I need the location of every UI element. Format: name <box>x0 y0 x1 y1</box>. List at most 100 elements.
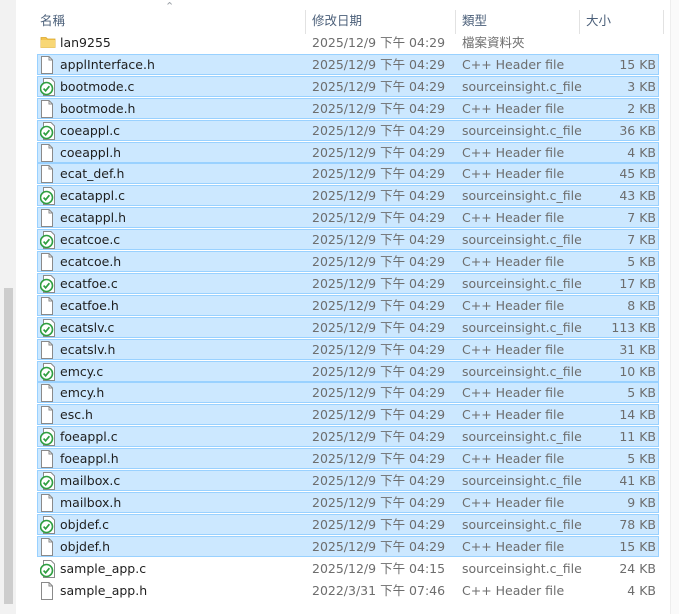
file-type: sourceinsight.c_file <box>462 78 582 94</box>
file-type: sourceinsight.c_file <box>462 516 582 532</box>
file-name: coeappl.c <box>60 122 121 138</box>
c-source-file-icon <box>40 187 56 206</box>
file-type: sourceinsight.c_file <box>462 319 582 335</box>
file-type: sourceinsight.c_file <box>462 232 582 248</box>
file-row[interactable]: lan9255 2025/12/9 下午 04:29 檔案資料夾 <box>0 32 679 54</box>
file-modified-date: 2025/12/9 下午 04:29 <box>312 56 446 72</box>
column-header-name[interactable]: 名稱 <box>34 8 304 34</box>
file-row[interactable]: coeappl.h 2025/12/9 下午 04:29 C++ Header fi… <box>0 141 679 164</box>
file-row[interactable]: esc.h 2025/12/9 下午 04:29 C++ Header file 14… <box>0 404 679 426</box>
column-header-size[interactable]: 大小 <box>580 8 662 34</box>
file-name: ecat_def.h <box>60 166 125 182</box>
file-row[interactable]: coeappl.c 2025/12/9 下午 04:29 sourceinsight… <box>0 119 679 142</box>
right-edge <box>670 0 679 614</box>
file-name: ecatappl.h <box>60 210 127 226</box>
c-source-file-icon <box>40 274 56 293</box>
header-file-icon <box>40 143 56 162</box>
file-type: C++ Header file <box>462 451 565 467</box>
file-row[interactable]: ecatslv.h 2025/12/9 下午 04:29 C++ Header fi… <box>0 338 679 361</box>
file-row[interactable]: objdef.h 2025/12/9 下午 04:29 C++ Header fil… <box>0 535 679 558</box>
file-modified-date: 2025/12/9 下午 04:29 <box>312 516 446 532</box>
file-name: ecatfoe.h <box>60 297 119 313</box>
file-row[interactable]: objdef.c 2025/12/9 下午 04:29 sourceinsight.… <box>0 513 679 536</box>
column-divider[interactable] <box>663 10 664 34</box>
file-modified-date: 2025/12/9 下午 04:29 <box>312 494 446 510</box>
file-size: 3 KB <box>627 78 656 94</box>
file-type: C++ Header file <box>462 341 565 357</box>
file-row[interactable]: foeappl.c 2025/12/9 下午 04:29 sourceinsight… <box>0 426 679 448</box>
file-name: esc.h <box>60 407 93 423</box>
file-type: sourceinsight.c_file <box>462 122 582 138</box>
file-size: 14 KB <box>619 407 656 423</box>
file-row[interactable]: sample_app.c 2025/12/9 下午 04:15 sourceinsi… <box>0 558 679 580</box>
folder-icon <box>40 34 56 52</box>
file-modified-date: 2025/12/9 下午 04:29 <box>312 35 446 50</box>
file-modified-date: 2025/12/9 下午 04:29 <box>312 122 446 138</box>
file-size: 4 KB <box>627 582 656 598</box>
c-source-file-icon <box>40 515 56 534</box>
file-type: C++ Header file <box>462 210 565 226</box>
file-row[interactable]: applInterface.h 2025/12/9 下午 04:29 C++ Hea… <box>0 53 679 76</box>
file-row[interactable]: ecatcoe.c 2025/12/9 下午 04:29 sourceinsight… <box>0 229 679 251</box>
file-type: 檔案資料夾 <box>462 35 525 50</box>
file-type: sourceinsight.c_file <box>462 560 582 576</box>
file-modified-date: 2025/12/9 下午 04:15 <box>312 560 446 576</box>
file-name: ecatcoe.h <box>60 254 122 269</box>
file-row[interactable]: bootmode.c 2025/12/9 下午 04:29 sourceinsigh… <box>0 75 679 98</box>
header-file-icon <box>40 450 56 469</box>
file-name: ecatslv.h <box>60 341 116 357</box>
file-row[interactable]: ecatappl.c 2025/12/9 下午 04:29 sourceinsigh… <box>0 185 679 207</box>
file-name: ecatcoe.c <box>60 232 121 248</box>
file-type: C++ Header file <box>462 494 565 510</box>
file-name: emcy.c <box>60 363 104 379</box>
file-name: applInterface.h <box>60 56 155 72</box>
header-file-icon <box>40 537 56 556</box>
file-row[interactable]: ecat_def.h 2025/12/9 下午 04:29 C++ Header f… <box>0 163 679 185</box>
header-file-icon <box>40 581 56 600</box>
file-size: 9 KB <box>627 494 656 510</box>
file-row[interactable]: emcy.c 2025/12/9 下午 04:29 sourceinsight.c_… <box>0 360 679 383</box>
file-row[interactable]: ecatcoe.h 2025/12/9 下午 04:29 C++ Header fi… <box>0 251 679 273</box>
header-file-icon <box>40 384 56 403</box>
file-modified-date: 2025/12/9 下午 04:29 <box>312 210 446 226</box>
column-header-modified[interactable]: 修改日期 <box>306 8 454 34</box>
file-type: C++ Header file <box>462 100 565 116</box>
file-type: C++ Header file <box>462 538 565 554</box>
file-size: 78 KB <box>619 516 656 532</box>
file-name: emcy.h <box>60 385 105 401</box>
file-size: 5 KB <box>627 254 656 269</box>
file-row[interactable]: ecatfoe.h 2025/12/9 下午 04:29 C++ Header fi… <box>0 294 679 317</box>
file-row[interactable]: mailbox.h 2025/12/9 下午 04:29 C++ Header fi… <box>0 491 679 514</box>
file-row[interactable]: emcy.h 2025/12/9 下午 04:29 C++ Header file 5… <box>0 382 679 404</box>
file-row[interactable]: sample_app.h 2022/3/31 下午 07:46 C++ Header… <box>0 580 679 602</box>
file-row[interactable]: ecatappl.h 2025/12/9 下午 04:29 C++ Header f… <box>0 207 679 229</box>
file-modified-date: 2025/12/9 下午 04:29 <box>312 144 446 160</box>
file-type: C++ Header file <box>462 385 565 401</box>
file-type: C++ Header file <box>462 407 565 423</box>
file-name: ecatslv.c <box>60 319 115 335</box>
file-row[interactable]: ecatslv.c 2025/12/9 下午 04:29 sourceinsight… <box>0 316 679 339</box>
file-size: 8 KB <box>627 297 656 313</box>
file-modified-date: 2025/12/9 下午 04:29 <box>312 451 446 467</box>
file-modified-date: 2022/3/31 下午 07:46 <box>312 582 446 598</box>
file-row[interactable]: bootmode.h 2025/12/9 下午 04:29 C++ Header f… <box>0 97 679 120</box>
file-name: bootmode.h <box>60 100 136 116</box>
file-modified-date: 2025/12/9 下午 04:29 <box>312 341 446 357</box>
file-size: 43 KB <box>619 188 656 204</box>
c-source-file-icon <box>40 472 56 490</box>
file-name: objdef.c <box>60 516 110 532</box>
file-row[interactable]: foeappl.h 2025/12/9 下午 04:29 C++ Header fi… <box>0 448 679 470</box>
file-row[interactable]: ecatfoe.c 2025/12/9 下午 04:29 sourceinsight… <box>0 272 679 295</box>
file-name: coeappl.h <box>60 144 122 160</box>
c-source-file-icon <box>40 362 56 381</box>
file-modified-date: 2025/12/9 下午 04:29 <box>312 232 446 248</box>
file-modified-date: 2025/12/9 下午 04:29 <box>312 429 446 445</box>
file-modified-date: 2025/12/9 下午 04:29 <box>312 473 446 488</box>
file-name: foeappl.c <box>60 429 118 445</box>
header-file-icon <box>40 340 56 359</box>
header-file-icon <box>40 493 56 512</box>
column-header-type[interactable]: 類型 <box>456 8 578 34</box>
file-row[interactable]: mailbox.c 2025/12/9 下午 04:29 sourceinsight… <box>0 470 679 492</box>
file-size: 41 KB <box>619 473 656 488</box>
c-source-file-icon <box>40 428 56 447</box>
